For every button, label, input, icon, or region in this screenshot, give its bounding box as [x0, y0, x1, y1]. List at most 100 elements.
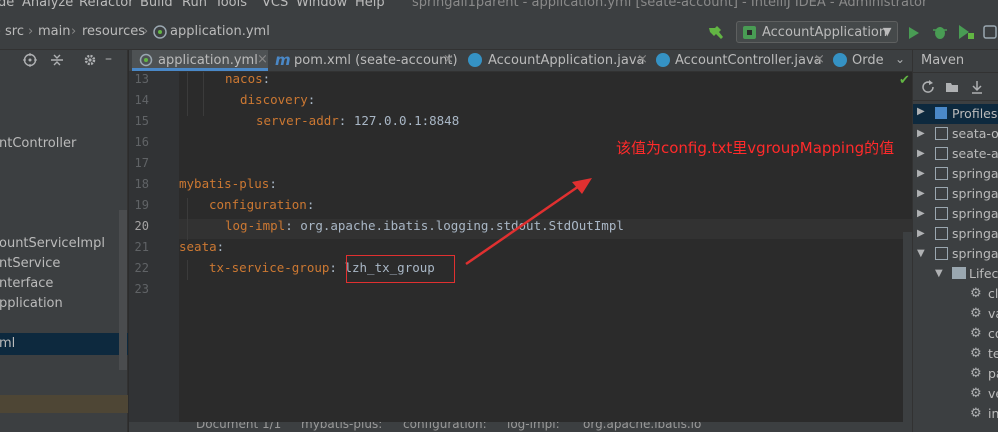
menu-item-tools[interactable]: Tools [215, 0, 247, 10]
maven-goal[interactable]: co [988, 326, 998, 341]
breadcrumb-separator: › [71, 24, 77, 39]
maven-item[interactable]: Lifecy [969, 266, 998, 281]
download-icon[interactable] [970, 80, 984, 94]
close-icon[interactable]: × [637, 52, 648, 67]
locate-icon[interactable] [23, 53, 37, 67]
maven-goal[interactable]: ve [988, 386, 998, 401]
menu-item-run[interactable]: Run [182, 0, 207, 10]
tab-label: AccountController.java [675, 53, 822, 68]
chevron-down-icon[interactable]: ▼ [917, 248, 925, 259]
profiler-icon[interactable] [983, 24, 997, 40]
maven-goal[interactable]: te [988, 346, 998, 361]
minimize-icon[interactable]: – [105, 51, 112, 67]
profiles-icon [935, 107, 947, 119]
tab-order[interactable]: Orde [833, 50, 893, 71]
menu-item-help[interactable]: Help [355, 0, 385, 10]
hammer-build-icon[interactable] [707, 24, 725, 40]
close-icon[interactable]: × [814, 52, 825, 67]
coverage-icon[interactable] [957, 24, 975, 40]
run-configuration-select[interactable]: AccountApplication ▼ [736, 21, 898, 43]
maven-item[interactable]: springal [952, 206, 998, 221]
status-crumb[interactable]: log-impl: [507, 422, 560, 431]
menu-item-refactor[interactable]: Refactor [79, 0, 134, 10]
selected-tree-row[interactable]: ml [0, 333, 128, 355]
chevron-down-icon[interactable]: ▼ [935, 268, 943, 279]
editor-scrollbar[interactable] [903, 232, 912, 422]
folder-add-icon[interactable] [945, 80, 961, 94]
maven-goal[interactable]: cl [988, 286, 998, 301]
project-scrollbar[interactable] [119, 210, 127, 370]
tree-item[interactable]: ountServiceImpl [0, 236, 105, 251]
maven-module-icon [935, 227, 948, 240]
yaml-colon: : [306, 197, 315, 212]
chevron-right-icon[interactable]: ▶ [917, 128, 925, 139]
gear-icon[interactable] [83, 53, 97, 67]
tree-item[interactable]: ntService [0, 256, 60, 271]
maven-item[interactable]: seata-or [952, 126, 998, 141]
indent-guide [187, 72, 188, 116]
maven-goal[interactable]: pa [988, 366, 998, 381]
status-crumb[interactable]: org.apache.ibatis.lo [583, 422, 701, 431]
maven-item[interactable]: springal [952, 186, 998, 201]
maven-goal[interactable]: in [988, 406, 998, 421]
tab-label: application.yml [158, 53, 258, 68]
code-line-21: seata: [179, 239, 224, 254]
tab-label: AccountApplication.java [488, 53, 645, 68]
status-crumb[interactable]: configuration: [403, 422, 487, 431]
breadcrumb-application-yml[interactable]: application.yml [170, 24, 270, 39]
indent-guide [187, 260, 188, 280]
close-icon[interactable]: × [257, 52, 268, 67]
yaml-key: nacos [225, 71, 263, 86]
chevron-down-icon[interactable]: ⌄ [895, 52, 905, 66]
menu-item-analyze[interactable]: Analyze [22, 0, 73, 10]
yaml-colon: : [285, 218, 293, 233]
tree-item[interactable]: nterface [0, 276, 53, 291]
close-icon[interactable]: × [443, 52, 454, 67]
yaml-key: log-impl [225, 218, 286, 233]
gear-icon: ⚙ [970, 286, 982, 301]
maven-panel: Maven ▶ Profiles ▶ seata-or ▶ seate-ac ▶… [912, 50, 998, 432]
maven-item[interactable]: springal [952, 246, 998, 261]
tab-label: pom.xml (seate-account) [294, 53, 458, 68]
breadcrumb-src[interactable]: src [5, 24, 24, 39]
yaml-file-icon [153, 25, 167, 39]
yaml-colon: : [216, 239, 225, 254]
tab-account-application[interactable]: AccountApplication.java × [467, 50, 648, 71]
chevron-right-icon[interactable]: ▶ [917, 148, 925, 159]
debug-icon[interactable] [932, 24, 948, 40]
tab-pom-xml[interactable]: m pom.xml (seate-account) × [271, 50, 458, 71]
refresh-icon[interactable] [921, 80, 935, 94]
yaml-colon: : [269, 176, 277, 191]
maven-item[interactable]: springal [952, 226, 998, 241]
chevron-right-icon[interactable]: ▶ [917, 208, 925, 219]
chevron-right-icon[interactable]: ▶ [917, 228, 925, 239]
maven-goal[interactable]: va [988, 306, 998, 321]
code-line-19: configuration: [209, 197, 314, 212]
tree-item[interactable]: pplication [0, 296, 63, 311]
gear-icon: ⚙ [970, 326, 982, 341]
chevron-right-icon[interactable]: ▶ [917, 168, 925, 179]
chevron-right-icon[interactable]: ▶ [917, 188, 925, 199]
tree-item[interactable]: ntController [0, 136, 76, 151]
status-crumb[interactable]: mybatis-plus: [301, 422, 382, 431]
tab-account-controller[interactable]: AccountController.java × [656, 50, 826, 71]
maven-item[interactable]: seate-ac [952, 146, 998, 161]
breadcrumb-resources[interactable]: resources [82, 24, 145, 39]
tree-item-selected: ml [0, 336, 16, 351]
menu-item-edit[interactable]: de [0, 0, 14, 10]
tab-application-yml[interactable]: application.yml × [132, 50, 268, 71]
annotation-arrow [465, 178, 592, 266]
status-crumb[interactable]: Document 1/1 [196, 422, 281, 431]
code-line-14: discovery: [240, 92, 315, 107]
highlight-box [346, 255, 455, 283]
menu-item-vcs[interactable]: VCS [262, 0, 288, 10]
menu-item-build[interactable]: Build [140, 0, 173, 10]
collapse-all-icon[interactable] [50, 53, 64, 67]
maven-item[interactable]: springal [952, 166, 998, 181]
menu-item-window[interactable]: Window [296, 0, 347, 10]
run-icon[interactable] [908, 26, 920, 40]
annotation-note: 该值为config.txt里vgroupMapping的值 [616, 139, 895, 157]
maven-title: Maven [921, 53, 965, 68]
breadcrumb-main[interactable]: main [38, 24, 70, 39]
maven-profiles-row[interactable]: ▶ Profiles [913, 104, 998, 124]
